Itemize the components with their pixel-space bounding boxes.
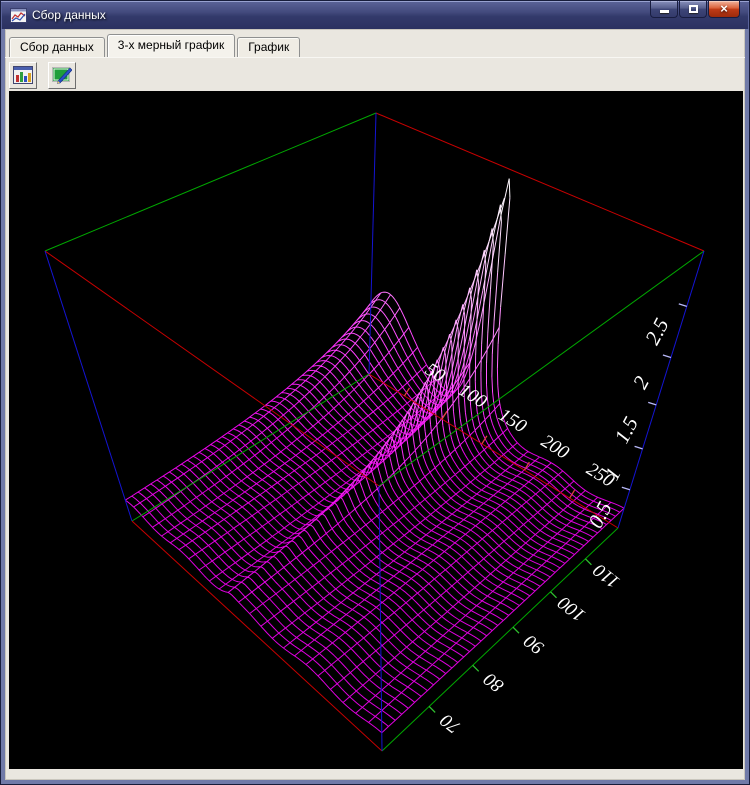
tab-data-collection[interactable]: Сбор данных [9, 37, 105, 57]
tab-bar: Сбор данных3-х мерный графикГрафик [5, 29, 745, 57]
tab-graph[interactable]: График [237, 37, 300, 57]
close-icon: × [709, 1, 739, 17]
minimize-button[interactable] [650, 1, 678, 18]
client-area: Сбор данных3-х мерный графикГрафик [5, 29, 745, 780]
minimize-icon [660, 10, 669, 13]
titlebar[interactable]: Сбор данных × [1, 1, 749, 29]
app-chart-icon [10, 8, 27, 23]
graph-type-button[interactable] [9, 62, 37, 89]
surface-plot: 501001502002507080901001100.511.522.5 [9, 91, 743, 769]
surface-plot-canvas[interactable]: 501001502002507080901001100.511.522.5 [9, 91, 743, 769]
bar-chart-icon [13, 66, 33, 85]
app-window: Сбор данных × Сбор данных3-х мерный граф… [0, 0, 750, 785]
edit-graph-button[interactable] [48, 62, 76, 89]
window-title: Сбор данных [32, 8, 106, 22]
toolbar [5, 57, 745, 91]
maximize-button[interactable] [679, 1, 707, 18]
close-button[interactable]: × [708, 1, 740, 18]
tab-3d-graph[interactable]: 3-х мерный график [107, 34, 235, 57]
maximize-icon [689, 5, 698, 13]
picture-pencil-icon [52, 66, 72, 85]
